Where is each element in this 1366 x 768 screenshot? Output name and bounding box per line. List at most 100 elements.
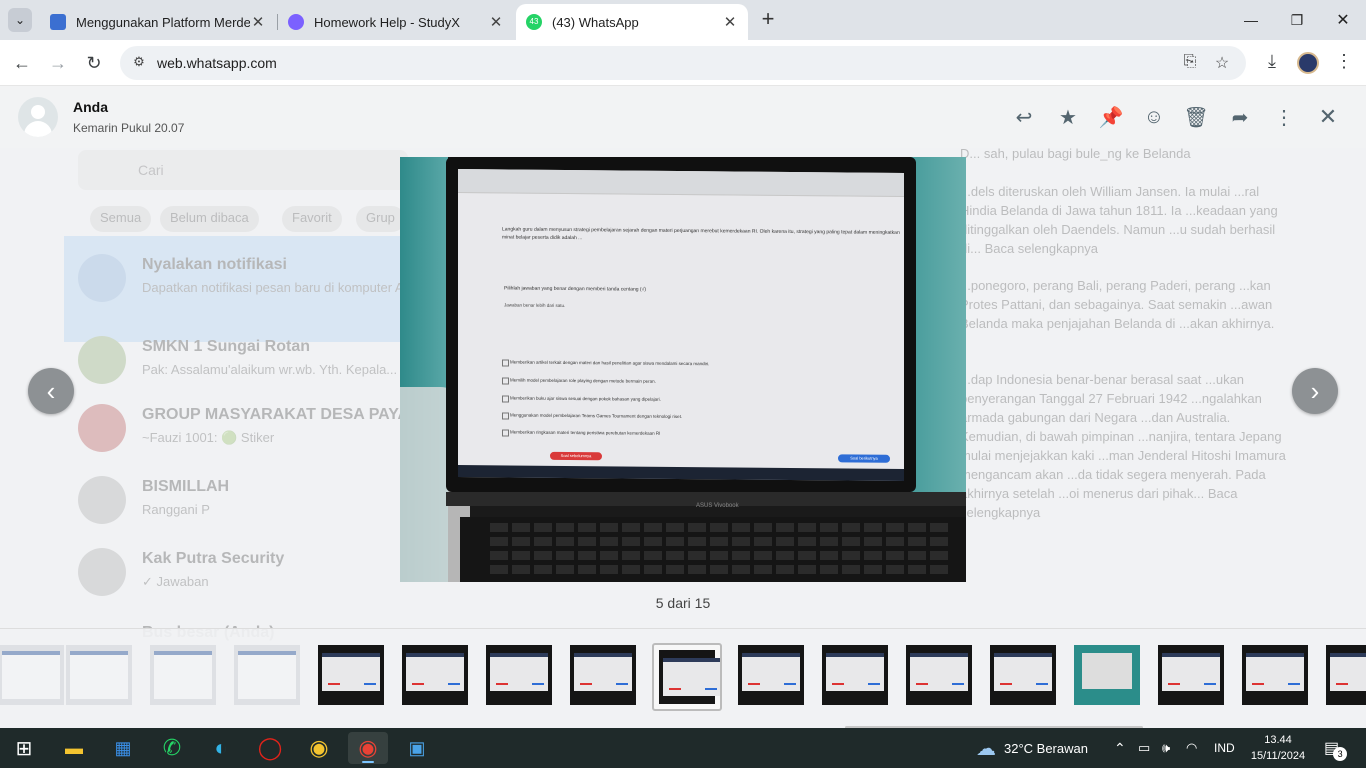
laptop-screen: Langkah guru dalam menyusun strategi pem… [458,169,904,481]
chevron-up-icon: ⌃ [1114,739,1126,756]
notification-center-button[interactable]: ▤ 3 [1324,728,1353,768]
chrome-icon[interactable]: ◉ [299,732,339,764]
language-indicator[interactable]: IND [1214,728,1235,768]
filter-favorites: Favorit [282,206,342,232]
windows-taskbar: ⊞ ▬ ▦ ✆ ◐ ◯ ◉ ◉ ▣ ☁ 32°C Berawan ⌃ ▭ 🕪 ◠… [0,728,1366,768]
media-thumbnail[interactable] [144,639,222,715]
search-placeholder: Cari [138,162,164,178]
minimize-button[interactable]: — [1228,0,1274,40]
media-thumbnail[interactable] [480,639,558,715]
media-thumbnail[interactable] [816,639,894,715]
bookmark-star-icon[interactable]: ☆ [1212,53,1232,73]
tab-title: (43) WhatsApp [552,14,639,30]
whatsapp-icon[interactable]: ✆ [152,732,192,764]
sender-timestamp: Kemarin Pukul 20.07 [73,121,185,135]
more-icon[interactable]: ⋮ [1272,105,1296,129]
media-photo: Langkah guru dalam menyusun strategi pem… [400,157,966,582]
profile-avatar[interactable] [1297,52,1319,74]
media-thumbnail[interactable] [396,639,474,715]
emoji-icon[interactable]: ☺ [1142,105,1166,129]
laptop-brand-text: ASUS Vivobook [696,503,739,509]
merdeka-favicon-icon [50,14,66,30]
sender-name: Anda [73,99,108,115]
wifi-icon[interactable]: ◠ [1186,728,1197,768]
photo-option: Menggunakan model pembelajaran Teams Gam… [510,412,683,420]
photos-icon[interactable]: ▣ [397,732,437,764]
photo-next-question-button: Soal berikutnya [838,454,890,463]
forward-icon[interactable]: ➦ [1228,105,1252,129]
chevron-right-icon: › [1310,375,1320,406]
arrow-right-icon: → [49,52,67,73]
tab-whatsapp[interactable]: 43 (43) WhatsApp ✕ [516,4,748,40]
browser-tab-strip: ⌄ Menggunakan Platform Merdeka ✕ Homewor… [0,0,1366,40]
media-thumbnail-current[interactable] [652,643,722,711]
media-thumbnail[interactable] [60,639,138,715]
chevron-left-icon: ‹ [46,375,56,406]
photo-browser-bar [458,169,904,197]
install-app-icon[interactable]: ⎘ [1180,53,1200,73]
start-icon[interactable]: ⊞ [4,732,44,764]
studyx-favicon-icon [288,14,304,30]
tab-title: Menggunakan Platform Merdeka [76,14,250,30]
next-media-button[interactable]: › [1292,368,1338,414]
chrome-menu-icon[interactable]: ⋮ [1332,51,1356,75]
media-thumbnail[interactable] [564,639,642,715]
photo-instruction-text: Pilihlah jawaban yang benar dengan membe… [504,285,647,293]
media-thumbnail[interactable] [312,639,390,715]
back-button[interactable]: ← [8,49,36,77]
media-counter: 5 dari 15 [655,595,711,611]
media-thumbnail[interactable] [1236,639,1314,715]
close-tab-icon[interactable]: ✕ [250,13,266,31]
battery-icon[interactable]: ▭ [1138,728,1150,768]
volume-icon[interactable]: 🕪 [1162,728,1170,768]
clock-time: 13.44 [1264,734,1292,746]
whatsapp-favicon-icon: 43 [526,14,542,30]
photo-option: Memberikan ringkasan materi tentang peri… [510,429,661,436]
background-search-box: Cari [78,150,408,190]
media-thumbnail[interactable] [984,639,1062,715]
media-thumbnail[interactable] [228,639,306,715]
close-tab-icon[interactable]: ✕ [488,13,504,31]
tab-title: Homework Help - StudyX [314,14,460,30]
viewer-header: Anda Kemarin Pukul 20.07 ↩ ★ 📌 ☺ 🗑 ➦ ⋮ ✕ [0,86,1366,148]
photo-option: Memberikan buku ajar siswa sesuai dengan… [510,395,661,402]
taskbar-clock[interactable]: 13.44 15/11/2024 [1248,732,1308,764]
close-window-button[interactable]: ✕ [1320,0,1366,40]
tab-merdeka[interactable]: Menggunakan Platform Merdeka ✕ [40,4,276,40]
tab-search-button[interactable]: ⌄ [8,8,32,32]
media-thumbnail[interactable] [900,639,978,715]
new-tab-button[interactable]: + [756,8,780,32]
media-thumbnail[interactable] [1320,639,1366,715]
show-hidden-icons-button[interactable]: ⌃ [1114,728,1126,768]
close-tab-icon[interactable]: ✕ [722,13,738,31]
media-thumbnail[interactable] [1152,639,1230,715]
photo-option: Memilih model pembelajaran role playing … [510,377,656,384]
tab-studyx[interactable]: Homework Help - StudyX ✕ [278,4,514,40]
filter-all: Semua [90,206,152,232]
clock-date: 15/11/2024 [1250,750,1306,762]
pin-icon[interactable]: 📌 [1099,105,1124,129]
reply-icon[interactable]: ↩ [1012,105,1036,129]
photo-multi-answer-note: Jawaban benar lebih dari satu. [504,302,566,308]
reload-icon: ↻ [86,52,102,73]
forward-button[interactable]: → [44,49,72,77]
delete-icon[interactable]: 🗑 [1183,105,1208,129]
weather-widget[interactable]: ☁ 32°C Berawan [976,728,1088,768]
close-icon[interactable]: ✕ [1316,104,1340,129]
microsoft-store-icon[interactable]: ▦ [103,732,143,764]
chrome-profile-icon[interactable]: ◉ [348,732,388,764]
star-icon[interactable]: ★ [1056,105,1080,129]
opera-icon[interactable]: ◯ [250,732,290,764]
thumbnail-strip [0,628,1366,728]
background-message: ...dap Indonesia benar-benar berasal saa… [960,372,1286,520]
media-thumbnail[interactable] [732,639,810,715]
site-info-icon[interactable]: ⚙ [130,54,148,72]
previous-media-button[interactable]: ‹ [28,368,74,414]
address-bar[interactable]: ⚙ web.whatsapp.com ⎘ ☆ [120,46,1246,80]
reload-button[interactable]: ↻ [80,49,108,77]
media-thumbnail[interactable] [1068,639,1146,715]
restore-button[interactable]: ❐ [1274,0,1320,40]
edge-icon[interactable]: ◐ [201,732,241,764]
download-icon[interactable]: ⤓ [1260,51,1284,75]
file-explorer-icon[interactable]: ▬ [54,732,94,764]
